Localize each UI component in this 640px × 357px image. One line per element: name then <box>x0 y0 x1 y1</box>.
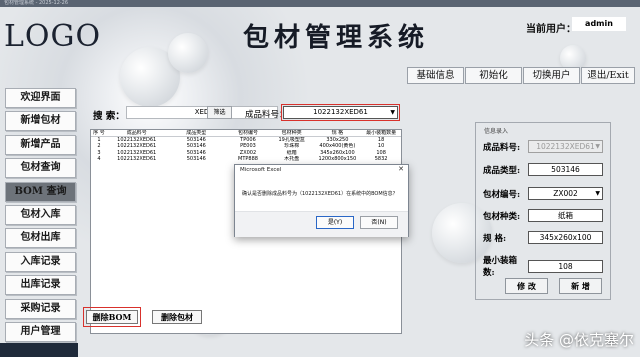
sidebar-item-material-inbound[interactable]: 包材入库 <box>5 204 76 225</box>
switch-user-button[interactable]: 切换用户 <box>523 67 580 84</box>
sidebar-footer <box>0 343 78 357</box>
current-user-value: admin <box>572 17 626 31</box>
spec-field[interactable]: 345x260x100 <box>528 231 603 244</box>
chevron-down-icon: ▼ <box>595 143 600 150</box>
column-header: 最小装箱数量 <box>366 130 397 136</box>
edit-button[interactable]: 修 改 <box>505 278 548 294</box>
page-title: 包材管理系统 <box>243 23 430 53</box>
app-logo: LOGO <box>4 19 102 54</box>
yes-button[interactable]: 是(Y) <box>316 216 354 229</box>
table-cell: MTP888 <box>238 156 258 162</box>
column-header: 成品类型 <box>186 130 207 136</box>
column-header: 包材编号 <box>237 130 258 136</box>
sidebar-item-welcome[interactable]: 欢迎界面 <box>5 88 76 108</box>
field-product-type: 成品类型: 503146 <box>483 163 603 176</box>
panel-title: 信息录入 <box>484 128 509 135</box>
field-value: ZX002 <box>553 189 578 198</box>
filter-button[interactable]: 筛选 <box>207 106 232 119</box>
bottom-actions: 删除BOM 删除包材 <box>83 307 202 327</box>
initialize-button[interactable]: 初始化 <box>465 67 522 84</box>
decor-bubble <box>168 33 208 73</box>
field-label: 规 格: <box>483 233 507 244</box>
chevron-down-icon: ▼ <box>390 109 395 116</box>
min-box-qty-field[interactable]: 108 <box>528 259 603 273</box>
table-cell: 4 <box>97 156 101 162</box>
sidebar-item-add-product[interactable]: 新增产品 <box>5 134 76 155</box>
field-min-box-qty: 最小装箱数: 108 <box>483 254 603 278</box>
field-label: 包材编号: <box>483 189 521 200</box>
product-code-value: 1022132XED61 <box>313 108 368 116</box>
field-material-type: 包材种类: 纸箱 <box>483 209 603 222</box>
field-spec: 规 格: 345x260x100 <box>483 231 603 244</box>
sidebar-item-user-management[interactable]: 用户管理 <box>5 321 76 342</box>
search-label: 搜 索： <box>93 111 125 122</box>
dialog-message: 确认是否删除成品料号为（1022132XED61）在系统中的BOM信息？ <box>242 191 398 197</box>
field-label: 包材种类: <box>483 211 521 222</box>
field-value: 1022132XED61 <box>536 142 595 151</box>
no-button[interactable]: 否(N) <box>360 216 398 229</box>
window-titlebar: 包材管理系统 - 2025-12-26 <box>0 0 640 7</box>
field-label: 成品料号: <box>483 142 521 153</box>
table-cell: 5832 <box>374 156 388 162</box>
product-code-label: 成品料号： <box>245 110 288 120</box>
watermark: 头条 @依克塞尔 <box>524 331 634 349</box>
confirm-dialog: Microsoft Excel ✕ 确认是否删除成品料号为（1022132XED… <box>234 164 409 237</box>
material-type-field[interactable]: 纸箱 <box>528 209 603 222</box>
sidebar-item-outbound-records[interactable]: 出库记录 <box>5 275 76 296</box>
sidebar-item-inbound-records[interactable]: 入库记录 <box>5 251 76 272</box>
sidebar-item-add-material[interactable]: 新增包材 <box>5 111 76 132</box>
sidebar-item-material-query[interactable]: 包材查询 <box>5 158 76 179</box>
table-cell: 1022132XED61 <box>117 156 157 162</box>
product-code-select[interactable]: 1022132XED61 ▼ <box>281 104 400 121</box>
info-entry-panel: 信息录入 成品料号: 1022132XED61 ▼ 成品类型: 503146 包… <box>475 122 611 300</box>
product-type-field[interactable]: 503146 <box>528 163 603 176</box>
exit-button[interactable]: 退出/Exit <box>581 67 635 84</box>
field-product-code: 成品料号: 1022132XED61 ▼ <box>483 140 603 153</box>
chevron-down-icon: ▼ <box>595 190 600 197</box>
column-header: 序 号 <box>93 130 105 136</box>
table-row[interactable]: 4 1022132XED61 503146 MTP888 木托盘 1200x80… <box>91 156 401 163</box>
window-title: 包材管理系统 - 2025-12-26 <box>4 0 69 6</box>
add-button[interactable]: 新 增 <box>559 278 602 294</box>
column-header: 包材种类 <box>281 130 302 136</box>
top-navigation: 基础信息 初始化 切换用户 退出/Exit <box>407 67 636 84</box>
table-cell: 木托盘 <box>284 156 300 162</box>
sidebar-item-bom-query[interactable]: BOM 查询 <box>5 181 76 202</box>
column-header: 规 格 <box>331 130 344 136</box>
table-cell: 503146 <box>186 156 206 162</box>
field-label: 成品类型: <box>483 165 521 176</box>
current-user-label: 当前用户： <box>526 24 576 35</box>
delete-material-button[interactable]: 删除包材 <box>152 310 202 324</box>
close-icon[interactable]: ✕ <box>398 165 404 173</box>
material-code-select[interactable]: ZX002 ▼ <box>528 187 603 200</box>
sidebar-item-purchase-records[interactable]: 采购记录 <box>5 298 76 319</box>
field-label: 最小装箱数: <box>483 256 518 278</box>
column-header: 成品料号 <box>126 130 147 136</box>
basic-info-button[interactable]: 基础信息 <box>407 67 464 84</box>
sidebar: 欢迎界面 新增包材 新增产品 包材查询 BOM 查询 包材入库 包材出库 入库记… <box>5 88 76 345</box>
app-window: LOGO 包材管理系统 当前用户： admin 基础信息 初始化 切换用户 退出… <box>0 7 640 357</box>
table-cell: 1200x800x150 <box>318 156 357 162</box>
delete-bom-button[interactable]: 删除BOM <box>83 307 141 327</box>
field-material-code: 包材编号: ZX002 ▼ <box>483 187 603 200</box>
sidebar-item-material-outbound[interactable]: 包材出库 <box>5 228 76 249</box>
product-code-field[interactable]: 1022132XED61 ▼ <box>528 140 603 153</box>
dialog-title: Microsoft Excel <box>240 167 282 173</box>
